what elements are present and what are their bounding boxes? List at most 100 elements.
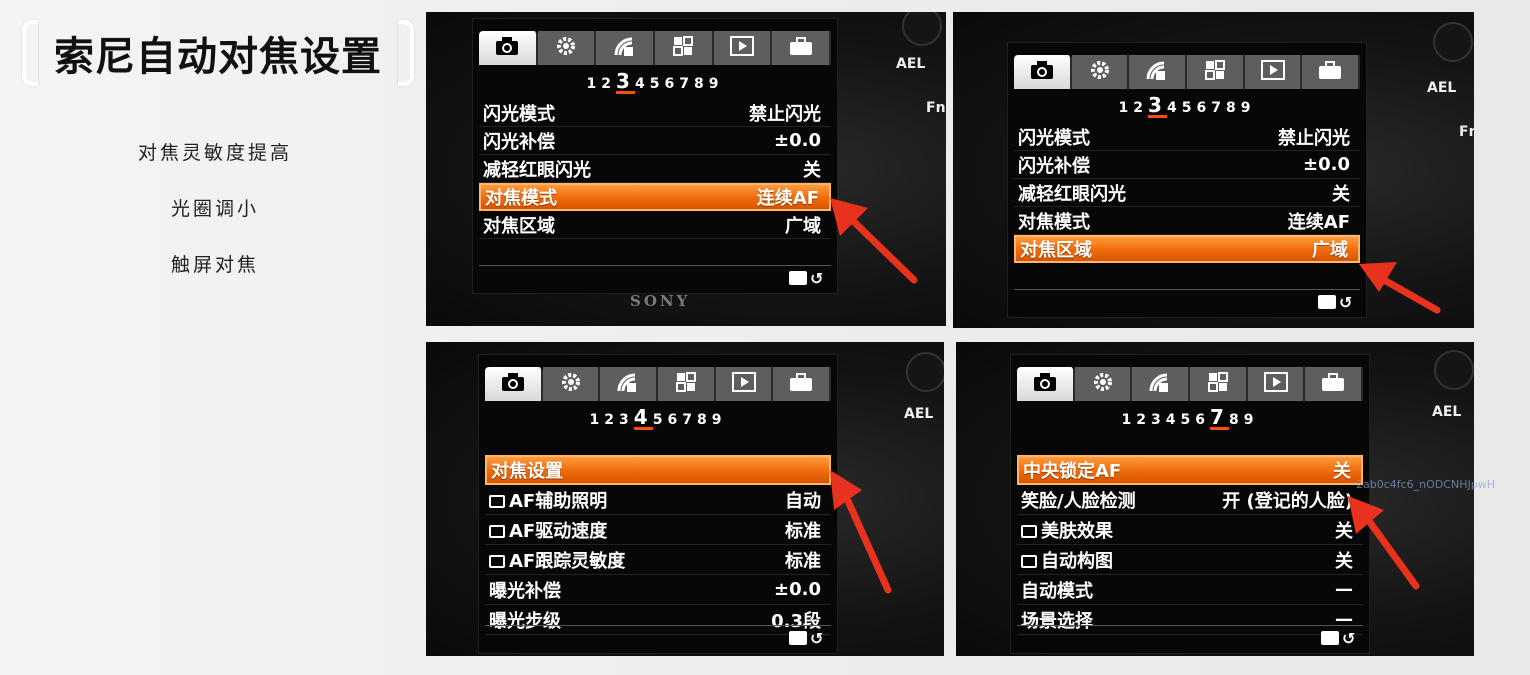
page-number[interactable]: 8	[1229, 412, 1244, 428]
page-number[interactable]: 3	[616, 71, 635, 94]
menu-row[interactable]: 中央锁定AF 关	[1017, 455, 1363, 485]
toolbox-tab[interactable]	[773, 367, 832, 401]
menu-row-label: 中央锁定AF	[1023, 461, 1122, 482]
page-number[interactable]: 8	[694, 76, 709, 92]
page-number[interactable]: 2	[601, 76, 616, 92]
menu-row[interactable]: 减轻红眼闪光 关	[1014, 179, 1360, 207]
menu-row[interactable]: 自动构图关	[1017, 545, 1363, 575]
menu-row[interactable]: 美肤效果关	[1017, 515, 1363, 545]
page-number[interactable]: 4	[635, 76, 650, 92]
page-number[interactable]: 3	[1151, 412, 1166, 428]
gear-tab[interactable]	[542, 367, 601, 401]
menu-row[interactable]: 曝光补偿 ±0.0	[485, 575, 831, 605]
menu-row[interactable]: 自动模式 —	[1017, 575, 1363, 605]
return-icon[interactable]: ↺	[789, 269, 825, 288]
page-number[interactable]: 5	[650, 76, 665, 92]
page-number[interactable]: 8	[697, 412, 712, 428]
page-number[interactable]: 9	[1244, 412, 1259, 428]
page-number[interactable]: 5	[1181, 412, 1196, 428]
play-tab[interactable]	[1247, 367, 1306, 401]
menu-row[interactable]: 闪光补偿 ±0.0	[479, 127, 831, 155]
page-number[interactable]: 1	[1122, 412, 1137, 428]
page-number[interactable]: 2	[1133, 100, 1148, 116]
page-number[interactable]: 3	[1148, 95, 1167, 118]
wifi-tab[interactable]	[1129, 55, 1188, 89]
wifi-tab[interactable]	[600, 367, 659, 401]
page-number[interactable]: 7	[682, 412, 697, 428]
page-number[interactable]: 5	[1182, 100, 1197, 116]
grid-tab[interactable]	[658, 367, 716, 401]
page-number[interactable]: 7	[679, 76, 694, 92]
page-number[interactable]: 1	[590, 412, 605, 428]
wifi-tab[interactable]	[596, 31, 656, 65]
page-indicator: 123456789	[473, 71, 837, 95]
menu-row-value: ±0.0	[774, 579, 821, 600]
return-icon[interactable]: ↺	[1321, 629, 1357, 648]
menu-row-label: 美肤效果	[1041, 520, 1113, 542]
page-number[interactable]: 1	[1119, 100, 1134, 116]
control-knob	[1434, 350, 1474, 390]
page-number[interactable]: 6	[1195, 412, 1210, 428]
menu-row[interactable]: 对焦模式 连续AF	[1014, 207, 1360, 235]
page-number[interactable]: 1	[587, 76, 602, 92]
page-number[interactable]: 6	[664, 76, 679, 92]
menu-row[interactable]: 对焦模式 连续AF	[479, 183, 831, 211]
play-tab[interactable]	[713, 31, 773, 65]
wifi-tab[interactable]	[1132, 367, 1191, 401]
menu-row[interactable]: AF驱动速度 标准	[485, 515, 831, 545]
camera-screen: 123456789 闪光模式 禁止闪光 闪光补偿 ±0.0 减轻红眼闪光 关对焦模式 连续A…	[472, 18, 838, 294]
menu-row-left: 对焦区域	[1020, 236, 1092, 262]
page-number[interactable]: 8	[1226, 100, 1241, 116]
grid-tab[interactable]	[1190, 367, 1248, 401]
menu-row[interactable]: 闪光模式 禁止闪光	[1014, 123, 1360, 151]
menu-row-left: 对焦设置	[491, 457, 563, 483]
menu-row-left: 笑脸/人脸检测	[1021, 487, 1136, 513]
gear-tab[interactable]	[1071, 55, 1130, 89]
screen-footer: ↺	[485, 625, 831, 649]
page-number[interactable]: 3	[619, 412, 634, 428]
camera-tab[interactable]	[1014, 55, 1072, 89]
toolbox-tab[interactable]	[772, 31, 832, 65]
return-icon[interactable]: ↺	[1318, 293, 1354, 312]
menu-row[interactable]: 对焦区域 广域	[1014, 235, 1360, 263]
menu-row-left: 对焦区域	[483, 212, 555, 238]
menu-row-left: AF驱动速度	[489, 517, 607, 543]
page-number[interactable]: 7	[1211, 100, 1226, 116]
menu-row-label: 对焦设置	[491, 461, 563, 482]
grid-tab[interactable]	[1187, 55, 1245, 89]
page-number[interactable]: 5	[653, 412, 668, 428]
page-number[interactable]: 4	[633, 407, 653, 430]
page-number[interactable]: 7	[1210, 407, 1229, 430]
page-number[interactable]: 9	[712, 412, 727, 428]
menu-row[interactable]: 减轻红眼闪光 关	[479, 155, 831, 183]
menu-row[interactable]: 对焦设置	[485, 455, 831, 485]
page-number[interactable]: 6	[1196, 100, 1211, 116]
menu-row[interactable]: 笑脸/人脸检测 开 (登记的人脸)	[1017, 485, 1363, 515]
menu-row[interactable]: 对焦区域 广域	[479, 211, 831, 239]
watermark-text: 2ab0c4fc6_nODCNHJpwH	[1356, 478, 1495, 491]
menu-row[interactable]: AF辅助照明 自动	[485, 485, 831, 515]
camera-tab[interactable]	[479, 31, 538, 65]
return-icon[interactable]: ↺	[789, 629, 825, 648]
page-number[interactable]: 4	[1166, 412, 1181, 428]
grid-tab[interactable]	[655, 31, 714, 65]
toolbox-tab[interactable]	[1305, 367, 1364, 401]
page-number[interactable]: 9	[709, 76, 724, 92]
gear-tab[interactable]	[537, 31, 597, 65]
toolbox-tab[interactable]	[1302, 55, 1361, 89]
page-number[interactable]: 2	[1136, 412, 1151, 428]
gear-tab[interactable]	[1074, 367, 1133, 401]
camera-tab[interactable]	[485, 367, 543, 401]
page-number[interactable]: 6	[667, 412, 682, 428]
page-number[interactable]: 9	[1241, 100, 1256, 116]
menu-row[interactable]: 闪光补偿 ±0.0	[1014, 151, 1360, 179]
page-number[interactable]: 4	[1167, 100, 1182, 116]
page-number[interactable]: 2	[604, 412, 619, 428]
menu-row[interactable]: 闪光模式 禁止闪光	[479, 99, 831, 127]
menu-row[interactable]: AF跟踪灵敏度 标准	[485, 545, 831, 575]
camera-photo-4: 123456789 中央锁定AF 关笑脸/人脸检测 开 (登记的人脸) 美肤效果关自动…	[956, 342, 1474, 656]
camera-photo-3: 123456789 对焦设置 AF辅助照明 自动 AF驱动速度 标准 AF跟踪灵敏度 标准曝…	[426, 342, 944, 656]
play-tab[interactable]	[1244, 55, 1303, 89]
play-tab[interactable]	[715, 367, 774, 401]
camera-tab[interactable]	[1017, 367, 1075, 401]
